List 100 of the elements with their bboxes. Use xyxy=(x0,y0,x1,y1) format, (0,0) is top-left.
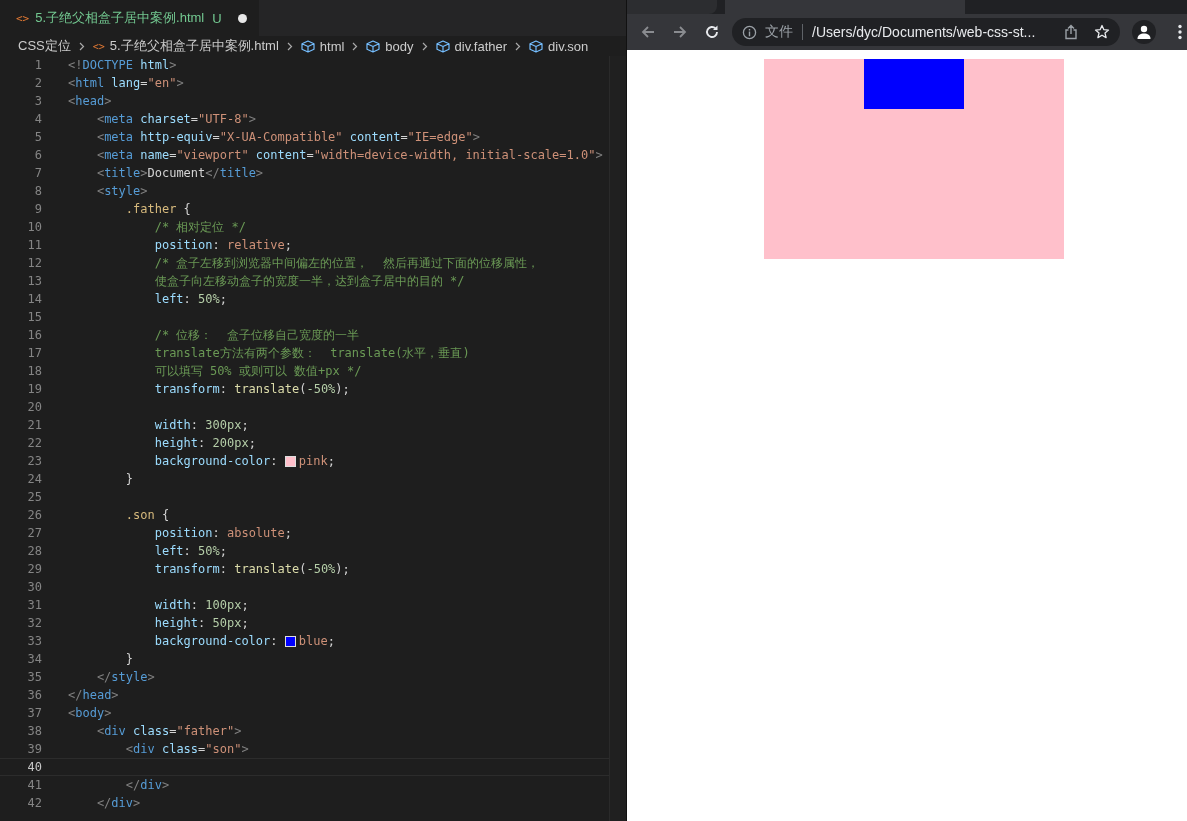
code-text: pink; xyxy=(298,453,335,470)
editor-tab[interactable]: <> 5.子绝父相盒子居中案例.html U xyxy=(0,0,259,36)
code-text: <meta charset="UTF-8"> xyxy=(95,111,256,128)
site-info-label: 文件 xyxy=(765,23,793,41)
code-text: /* 位移： 盒子位移自己宽度的一半 xyxy=(153,327,359,344)
code-text: transform: translate(-50%); xyxy=(153,561,350,578)
address-bar[interactable]: 文件 /Users/dyc/Documents/web-css-st... xyxy=(732,18,1120,46)
chevron-icon xyxy=(421,41,428,51)
html-file-icon: <> xyxy=(92,40,105,52)
line-number: 1 xyxy=(33,57,42,74)
breadcrumb-item[interactable]: 5.子绝父相盒子居中案例.html xyxy=(109,37,279,55)
cube-icon xyxy=(300,39,315,53)
code-text: <title>Document</title> xyxy=(95,165,264,182)
code-text: left: 50%; xyxy=(153,543,227,560)
line-number: 4 xyxy=(33,111,42,128)
code-text: <meta http-equiv="X-UA-Compatible" content="IE=edge"> xyxy=(95,129,480,146)
code-text: 可以填写 50% 或则可以 数值+px */ xyxy=(153,363,362,380)
line-number: 15 xyxy=(26,309,42,326)
line-number: 27 xyxy=(26,525,42,542)
code-text: <html lang="en"> xyxy=(68,75,184,92)
line-number: 25 xyxy=(26,489,42,506)
code-text: translate方法有两个参数： translate(水平，垂直) xyxy=(153,345,470,362)
line-number: 17 xyxy=(26,345,42,362)
code-text: position: absolute; xyxy=(153,525,292,542)
line-number: 22 xyxy=(26,435,42,452)
code-text: 使盒子向左移动盒子的宽度一半，达到盒子居中的目的 */ xyxy=(153,273,465,290)
color-swatch[interactable] xyxy=(284,455,296,467)
info-icon[interactable] xyxy=(742,24,757,40)
breadcrumb-item[interactable]: div.father xyxy=(454,38,508,54)
breadcrumb-item[interactable]: div.son xyxy=(548,38,589,54)
star-icon[interactable] xyxy=(1094,24,1110,40)
code-text: <head> xyxy=(68,93,112,110)
line-number: 5 xyxy=(33,129,42,146)
line-number: 35 xyxy=(26,669,42,686)
code-text: .son { xyxy=(124,507,170,524)
url-text: /Users/dyc/Documents/web-css-st... xyxy=(812,24,1036,40)
code-text: } xyxy=(124,651,134,668)
line-number: 38 xyxy=(26,723,42,740)
code-text: <meta name="viewport" content="width=device-width, initial-scale=1.0"> xyxy=(95,147,603,164)
code-text: <body> xyxy=(68,705,112,722)
code-text: <div class="son"> xyxy=(124,741,249,758)
breadcrumb-item[interactable]: CSS定位 xyxy=(18,37,71,55)
line-number: 18 xyxy=(26,363,42,380)
line-number: 8 xyxy=(33,183,42,200)
cube-icon xyxy=(435,39,450,53)
line-number: 9 xyxy=(33,201,42,218)
forward-icon[interactable] xyxy=(672,24,688,40)
breadcrumb-item[interactable]: html xyxy=(319,38,345,54)
code-text: left: 50%; xyxy=(153,291,227,308)
code-text: height: 200px; xyxy=(153,435,256,452)
line-number: 21 xyxy=(26,417,42,434)
line-number: 36 xyxy=(26,687,42,704)
line-number: 32 xyxy=(26,615,42,632)
code-text: height: 50px; xyxy=(153,615,249,632)
chevron-icon xyxy=(78,41,85,51)
git-status: U xyxy=(212,10,222,26)
line-number: 28 xyxy=(26,543,42,560)
line-number: 2 xyxy=(33,75,42,92)
line-number: 11 xyxy=(26,237,42,254)
line-number: 30 xyxy=(26,579,42,596)
code-text: .father { xyxy=(124,201,191,218)
back-icon[interactable] xyxy=(640,24,656,40)
tab-title: 5.子绝父相盒子居中案例.html xyxy=(35,9,205,27)
menu-icon[interactable] xyxy=(1178,24,1182,40)
breadcrumb-item[interactable]: body xyxy=(385,38,414,54)
line-number: 20 xyxy=(26,399,42,416)
line-number: 3 xyxy=(33,93,42,110)
code-text: /* 盒子左移到浏览器中间偏左的位置， 然后再通过下面的位移属性， xyxy=(153,255,539,272)
line-number: 16 xyxy=(26,327,42,344)
code-text: /* 相对定位 */ xyxy=(153,219,247,236)
cube-icon xyxy=(529,39,544,53)
reload-icon[interactable] xyxy=(704,24,720,40)
profile-button[interactable] xyxy=(1132,20,1156,44)
chevron-icon xyxy=(515,41,522,51)
color-swatch[interactable] xyxy=(284,635,296,647)
code-text: </div> xyxy=(124,777,170,794)
line-number: 29 xyxy=(26,561,42,578)
line-number: 42 xyxy=(26,795,42,812)
code-text: } xyxy=(124,471,134,488)
share-icon[interactable] xyxy=(1064,24,1078,40)
line-number: 12 xyxy=(26,255,42,272)
chevron-icon xyxy=(352,41,359,51)
line-number: 34 xyxy=(26,651,42,668)
line-number: 33 xyxy=(26,633,42,650)
code-text: <!DOCTYPE html> xyxy=(68,57,177,74)
line-number: 41 xyxy=(26,777,42,794)
line-number: 19 xyxy=(26,381,42,398)
code-text: </head> xyxy=(68,687,119,704)
cube-icon xyxy=(366,39,381,53)
chevron-icon xyxy=(286,41,293,51)
line-number: 23 xyxy=(26,453,42,470)
html-file-icon: <> xyxy=(16,11,30,25)
line-number: 13 xyxy=(26,273,42,290)
code-text: background-color: xyxy=(153,453,279,470)
line-number: 26 xyxy=(26,507,42,524)
line-number: 31 xyxy=(26,597,42,614)
line-number: 14 xyxy=(26,291,42,308)
line-number: 10 xyxy=(26,219,42,236)
line-number: 37 xyxy=(26,705,42,722)
person-icon xyxy=(1136,24,1152,40)
